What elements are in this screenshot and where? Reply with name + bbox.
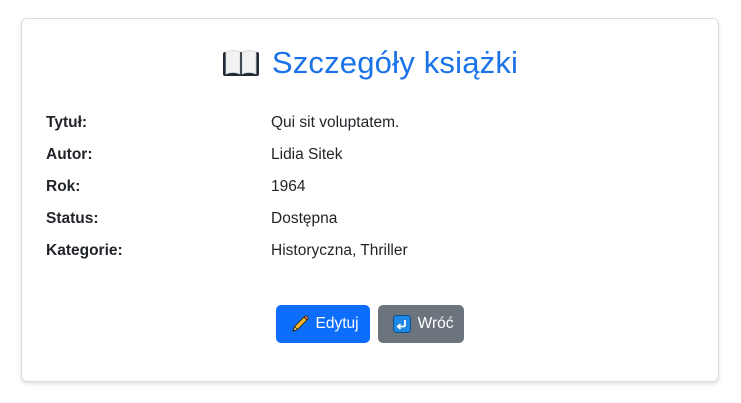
return-arrow-icon [392,314,412,334]
detail-value: Dostępna [271,210,338,227]
page-title: Szczegóły książki [271,45,519,80]
detail-label: Kategorie: [46,242,123,259]
detail-row-categories: Kategorie: Historyczna, Thriller [46,235,686,267]
detail-value: Qui sit voluptatem. [271,114,400,131]
detail-row-title: Tytuł: Qui sit voluptatem. [46,107,686,139]
detail-row-year: Rok: 1964 [46,171,686,203]
header: Szczegóły książki [22,45,718,85]
details-list: Tytuł: Qui sit voluptatem. Autor: Lidia … [46,107,686,267]
detail-label: Rok: [46,178,81,195]
detail-value: 1964 [271,178,306,195]
back-button-label: Wróć [417,315,454,332]
detail-label: Tytuł: [46,114,88,131]
detail-label: Status: [46,210,99,227]
open-book-icon [222,47,260,79]
detail-value: Historyczna, Thriller [271,242,408,259]
detail-row-author: Autor: Lidia Sitek [46,139,686,171]
detail-value: Lidia Sitek [271,146,343,163]
back-button[interactable]: Wróć [377,305,465,343]
edit-button[interactable]: Edytuj [275,305,370,343]
action-buttons: Edytuj Wróć [22,305,718,343]
pencil-icon [290,314,310,334]
book-details-card: Szczegóły książki Tytuł: Qui sit volupta… [21,18,719,382]
detail-label: Autor: [46,146,93,163]
detail-row-status: Status: Dostępna [46,203,686,235]
edit-button-label: Edytuj [315,315,359,332]
